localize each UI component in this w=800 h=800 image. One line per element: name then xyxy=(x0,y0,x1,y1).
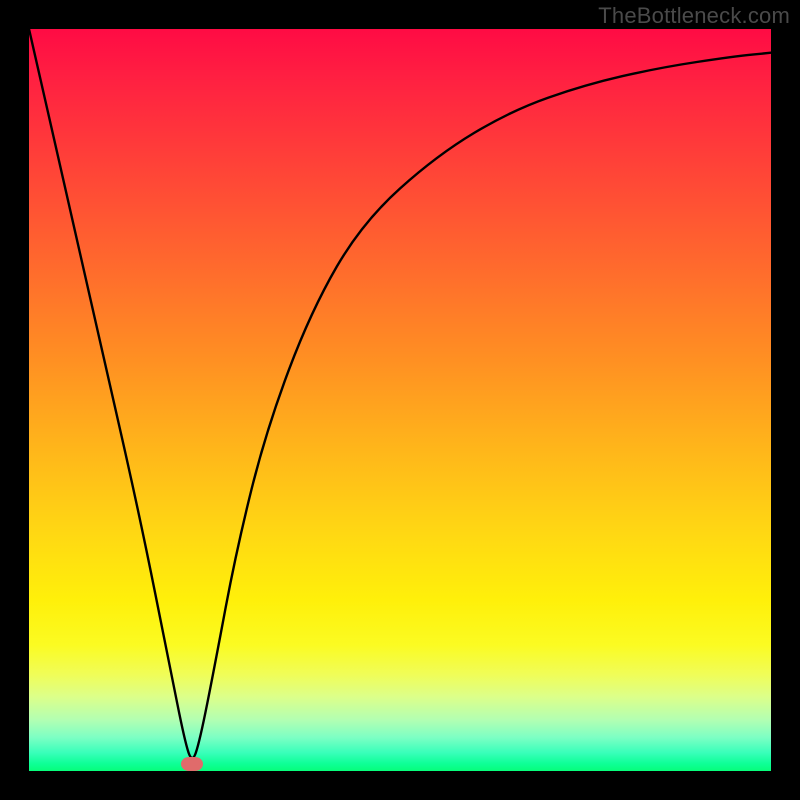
curve-svg xyxy=(29,29,771,771)
minimum-marker xyxy=(181,757,203,771)
plot-area xyxy=(29,29,771,771)
chart-frame: TheBottleneck.com xyxy=(0,0,800,800)
watermark-text: TheBottleneck.com xyxy=(598,3,790,29)
bottleneck-curve xyxy=(29,29,771,758)
